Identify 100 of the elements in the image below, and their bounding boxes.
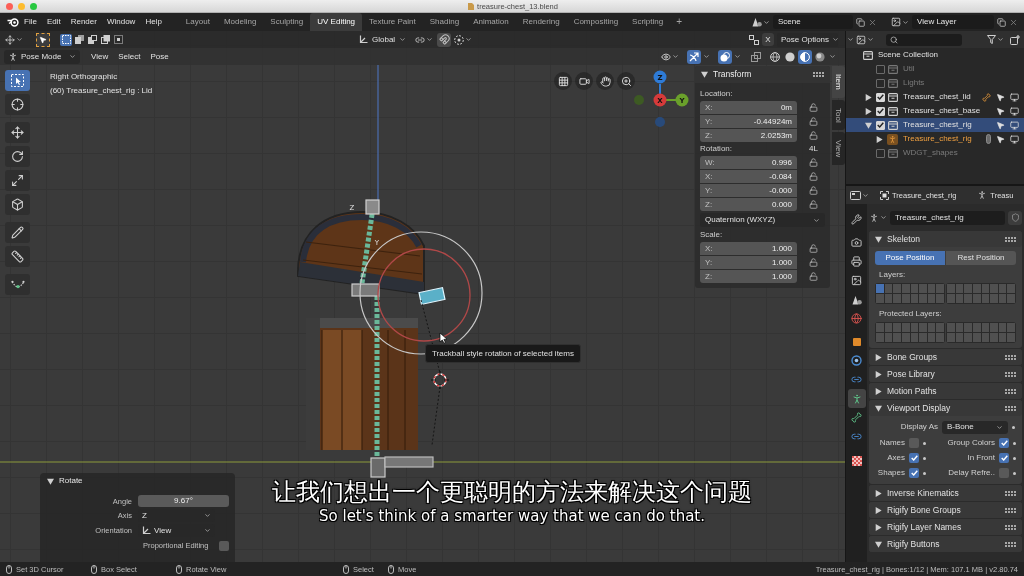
outliner-item[interactable]: Util: [903, 64, 915, 74]
open-lock-icon[interactable]: [809, 272, 818, 281]
layer-toggle[interactable]: [947, 284, 955, 293]
exclude-checkbox[interactable]: [876, 148, 885, 158]
grid-icon[interactable]: [554, 72, 572, 90]
layer-toggle[interactable]: [893, 284, 901, 293]
disclosure-triangle-icon[interactable]: [865, 107, 872, 115]
tool-button[interactable]: [5, 194, 30, 215]
close-icon[interactable]: [1009, 17, 1018, 27]
close-icon[interactable]: [868, 17, 877, 27]
disclosure-triangle-icon[interactable]: [875, 489, 882, 497]
shading-button[interactable]: [813, 49, 827, 64]
number-field[interactable]: Z: 2.0253m: [700, 129, 797, 142]
layer-toggle[interactable]: [884, 284, 893, 293]
tool-button[interactable]: [5, 146, 30, 167]
zoom-icon[interactable]: [617, 72, 635, 90]
number-field[interactable]: X: 0m: [700, 101, 797, 114]
datablock-field[interactable]: Treasure_chest_rig: [890, 210, 1005, 225]
open-lock-icon[interactable]: [809, 186, 818, 195]
filter-button[interactable]: [987, 35, 1004, 44]
panel-header[interactable]: Transform: [695, 66, 830, 83]
number-field[interactable]: X: -0.084: [700, 170, 797, 183]
layer-toggle[interactable]: [901, 333, 910, 342]
panel-header[interactable]: Rigify Bone Groups: [869, 502, 1022, 518]
layer-toggle[interactable]: [893, 333, 901, 342]
disclosure-triangle-icon[interactable]: [875, 353, 882, 361]
layer-toggle[interactable]: [919, 323, 927, 332]
menu-item[interactable]: Render: [65, 14, 102, 30]
transform-settings-button[interactable]: [5, 32, 23, 47]
copy-icon[interactable]: [856, 17, 865, 27]
checkbox[interactable]: [999, 468, 1009, 478]
select-mode-button[interactable]: [112, 33, 124, 46]
open-lock-icon[interactable]: [809, 200, 818, 209]
workspace-tab[interactable]: Animation: [466, 13, 516, 31]
outliner-item[interactable]: Treasure_chest_lid: [903, 92, 971, 102]
sidebar-tab[interactable]: View: [832, 132, 845, 166]
animate-dot-icon[interactable]: [1013, 441, 1016, 445]
disclosure-triangle-icon[interactable]: [875, 523, 882, 531]
copy-icon[interactable]: [997, 17, 1006, 27]
lock-mode-toggle[interactable]: 4L: [797, 144, 830, 154]
layer-toggle[interactable]: [972, 333, 981, 342]
animate-dot-icon[interactable]: [1013, 456, 1016, 460]
video-camera-icon[interactable]: [575, 72, 593, 90]
exclude-checkbox[interactable]: [876, 78, 885, 88]
layer-toggle[interactable]: [884, 323, 893, 332]
layer-toggle[interactable]: [972, 284, 981, 293]
number-field[interactable]: Y: -0.44924m: [700, 115, 797, 128]
rotation-mode-dropdown[interactable]: Quaternion (WXYZ): [700, 213, 825, 227]
layer-toggle[interactable]: [955, 284, 964, 293]
layer-toggle[interactable]: [919, 284, 927, 293]
xray-toggle[interactable]: [749, 49, 763, 64]
number-field[interactable]: 9.67°: [138, 495, 229, 507]
caret-icon[interactable]: [880, 214, 887, 221]
checkbox[interactable]: [909, 468, 919, 478]
layer-toggle[interactable]: [990, 294, 998, 303]
layer-toggle[interactable]: [1007, 323, 1015, 332]
display-mode-button[interactable]: [856, 34, 874, 45]
animate-dot-icon[interactable]: [1013, 471, 1016, 475]
disclosure-triangle-icon[interactable]: [875, 540, 882, 548]
sidebar-tab[interactable]: Item: [832, 66, 845, 98]
workspace-tab[interactable]: Shading: [422, 13, 467, 31]
layer-toggle[interactable]: [998, 333, 1007, 342]
hand-icon[interactable]: [596, 72, 614, 90]
gizmo-toggle[interactable]: [687, 49, 701, 64]
outliner-item[interactable]: Scene Collection: [878, 50, 939, 60]
layer-toggle[interactable]: [884, 294, 893, 303]
layer-toggle[interactable]: [981, 333, 990, 342]
layer-toggle[interactable]: [990, 323, 998, 332]
tool-button[interactable]: [5, 274, 30, 295]
layer-toggle[interactable]: [990, 333, 998, 342]
layer-toggle[interactable]: [947, 333, 955, 342]
editor-type-button[interactable]: [850, 190, 869, 200]
axis-dot-icon[interactable]: [634, 95, 644, 105]
disclosure-triangle-icon[interactable]: [47, 477, 54, 485]
open-lock-icon[interactable]: [809, 158, 818, 167]
caret-icon[interactable]: [996, 423, 1003, 431]
search-field[interactable]: [886, 33, 962, 46]
checkbox[interactable]: [909, 438, 919, 448]
disclosure-triangle-icon[interactable]: [875, 404, 882, 412]
open-lock-icon[interactable]: [809, 258, 818, 267]
tool-button[interactable]: [5, 222, 30, 243]
layer-toggle[interactable]: [927, 284, 936, 293]
caret-icon[interactable]: [902, 18, 909, 26]
disclosure-triangle-icon[interactable]: [875, 506, 882, 514]
layer-toggle[interactable]: [910, 333, 919, 342]
layer-toggle[interactable]: [927, 323, 936, 332]
workspace-tab[interactable]: Scripting: [625, 13, 671, 31]
caret-icon[interactable]: [813, 216, 820, 224]
number-field[interactable]: Z: 0.000: [700, 198, 797, 211]
scene-field[interactable]: Scene: [773, 15, 853, 29]
caret-icon[interactable]: [69, 53, 76, 60]
menu-item[interactable]: File: [19, 14, 42, 30]
segment-button[interactable]: Rest Position: [946, 251, 1016, 265]
number-field[interactable]: X: 1.000: [700, 242, 797, 255]
menu-item[interactable]: Edit: [41, 14, 66, 30]
pose-options-dropdown[interactable]: Pose Options: [777, 32, 838, 47]
caret-icon[interactable]: [465, 36, 473, 43]
pointer-icon[interactable]: [996, 92, 1005, 102]
panel-header[interactable]: Rigify Buttons: [869, 536, 1022, 552]
tool-button[interactable]: [5, 70, 30, 91]
